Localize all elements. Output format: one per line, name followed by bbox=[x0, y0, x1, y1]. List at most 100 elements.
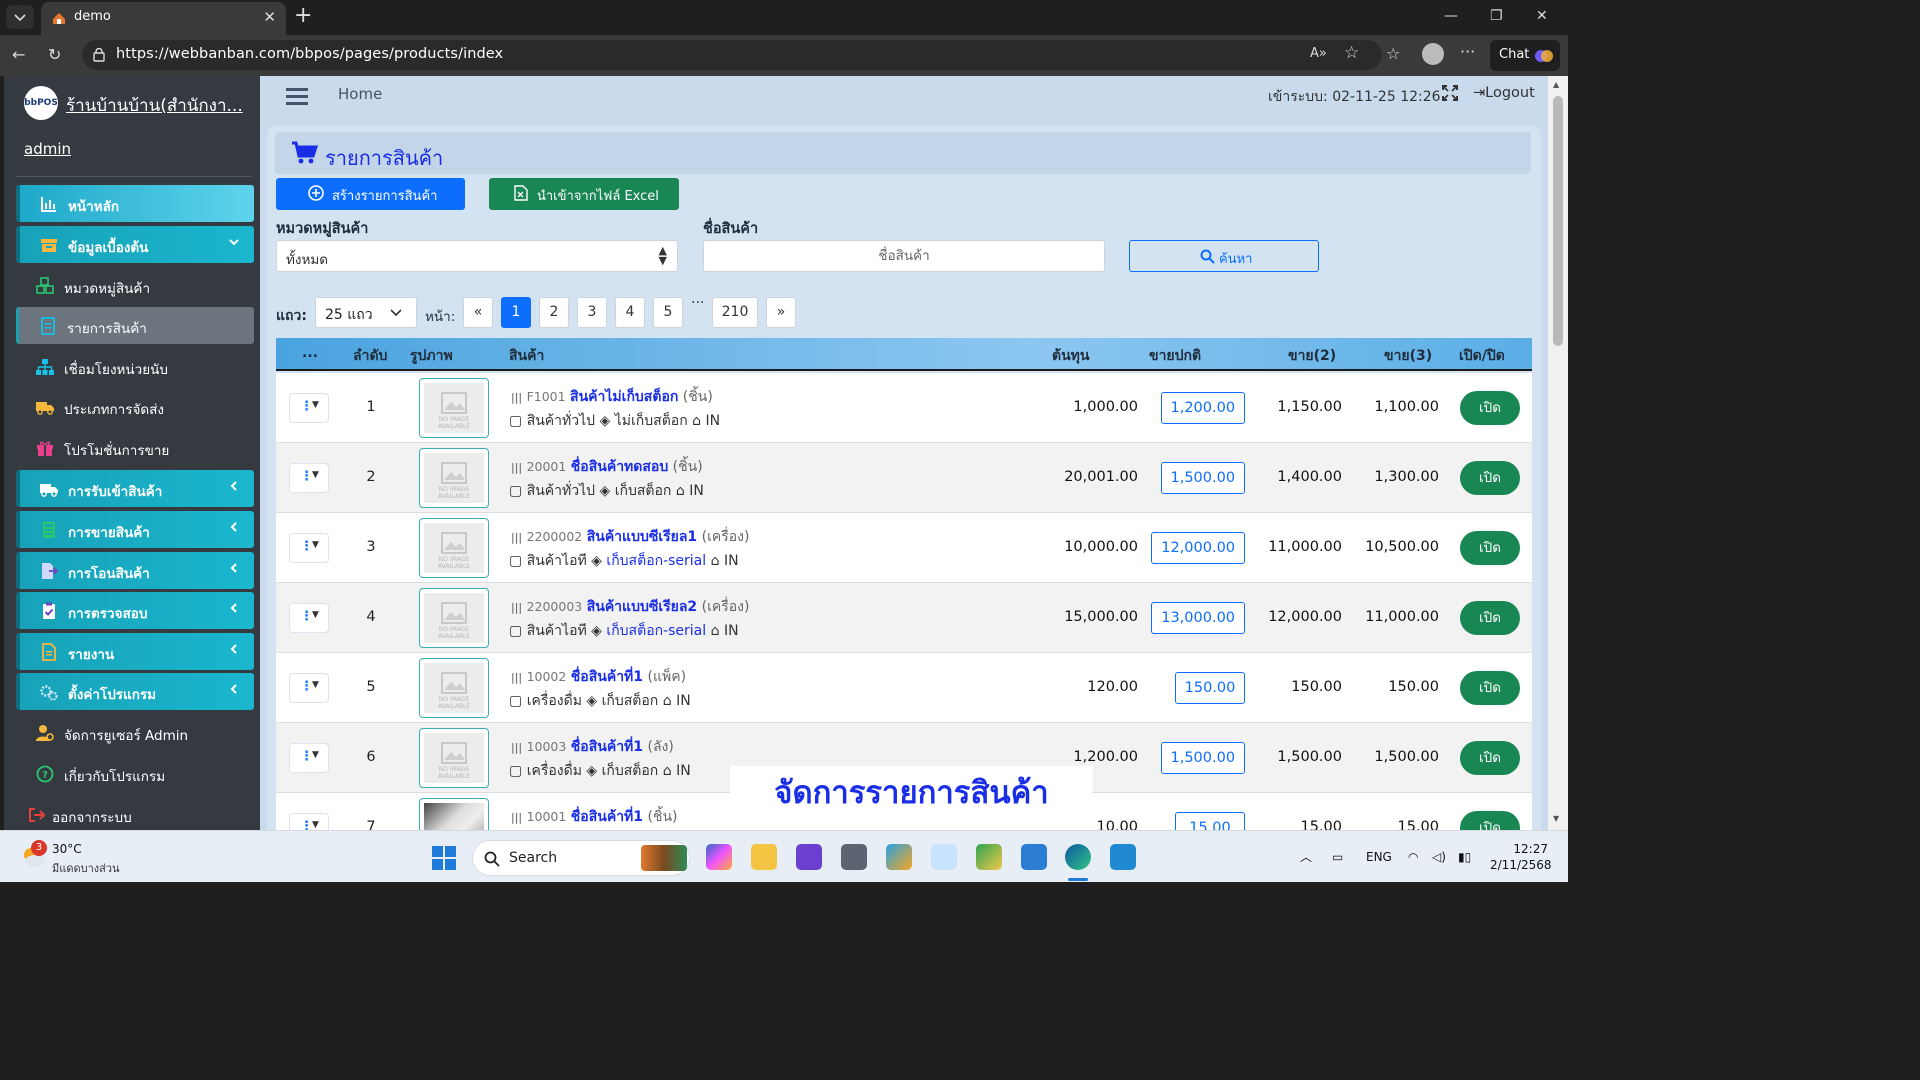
new-tab-button[interactable]: + bbox=[294, 4, 312, 28]
show-hidden-icons[interactable]: ︿ bbox=[1300, 848, 1312, 865]
back-icon[interactable]: ← bbox=[12, 45, 25, 64]
user-link[interactable]: admin bbox=[24, 140, 71, 158]
product-name-link[interactable]: ชื่อสินค้าที่1 bbox=[571, 809, 643, 825]
pagination-last[interactable]: 210 bbox=[712, 297, 758, 328]
price-input[interactable]: 12,000.00 bbox=[1151, 532, 1245, 564]
brand-name[interactable]: ร้านบ้านบ้าน(สำนักงา... bbox=[66, 92, 243, 119]
product-name-link[interactable]: สินค้าไม่เก็บสต็อก bbox=[570, 389, 678, 405]
sidebar-item-shipping-types[interactable]: ประเภทการจัดส่ง bbox=[16, 388, 254, 425]
product-thumbnail[interactable]: NO IMAGE AVAILABLE bbox=[419, 518, 489, 578]
stock-type[interactable]: เก็บสต็อก-serial bbox=[606, 623, 706, 639]
scroll-down-icon[interactable]: ▼ bbox=[1553, 814, 1559, 823]
copilot-chat-button[interactable]: Chat bbox=[1490, 40, 1560, 71]
pagination-page-4[interactable]: 4 bbox=[615, 297, 645, 328]
sidebar-item-promotions[interactable]: โปรโมชั่นการขาย bbox=[16, 429, 254, 466]
sidebar-item-reports[interactable]: รายงาน bbox=[16, 633, 254, 670]
copilot-app-icon[interactable] bbox=[706, 844, 732, 870]
profile-avatar[interactable] bbox=[1422, 43, 1444, 65]
notepad-icon[interactable] bbox=[1021, 844, 1047, 870]
product-thumbnail[interactable] bbox=[419, 798, 489, 830]
favorites-icon[interactable]: ☆ bbox=[1386, 44, 1400, 63]
sidebar-item-transfers[interactable]: การโอนสินค้า bbox=[16, 552, 254, 589]
system-clock[interactable]: 12:27 2/11/2568 bbox=[1490, 841, 1552, 873]
status-toggle-button[interactable]: เปิด bbox=[1460, 741, 1520, 775]
sidebar-item-dashboard[interactable]: หน้าหลัก bbox=[16, 185, 254, 222]
edge-browser-icon[interactable] bbox=[1065, 844, 1091, 870]
product-name-link[interactable]: สินค้าแบบซีเรียล2 bbox=[587, 599, 697, 615]
sidebar-item-user-admin[interactable]: จัดการยูเซอร์ Admin bbox=[16, 714, 254, 751]
sidebar-item-basic-data[interactable]: ข้อมูลเบื้องต้น bbox=[16, 226, 254, 263]
product-thumbnail[interactable]: NO IMAGE AVAILABLE bbox=[419, 448, 489, 508]
display-icon[interactable]: ▭ bbox=[1332, 850, 1343, 864]
reload-icon[interactable]: ↻ bbox=[48, 45, 61, 64]
favorite-star-icon[interactable]: ☆ bbox=[1344, 43, 1359, 63]
product-name-input[interactable]: ชื่อสินค้า bbox=[703, 240, 1105, 272]
row-actions-button[interactable]: ⋮ ▼ bbox=[289, 673, 329, 703]
row-actions-button[interactable]: ⋮ ▼ bbox=[289, 603, 329, 633]
clipchamp-icon[interactable] bbox=[796, 844, 822, 870]
brand-logo[interactable]: bbPOS bbox=[24, 86, 58, 120]
rows-per-page-select[interactable]: 25 แถว bbox=[315, 297, 417, 328]
paint-3d-icon[interactable] bbox=[976, 844, 1002, 870]
pagination-page-2[interactable]: 2 bbox=[539, 297, 569, 328]
sidebar-item-about[interactable]: ? เกี่ยวกับโปรแกรม bbox=[16, 755, 254, 792]
tab-close-icon[interactable]: ✕ bbox=[263, 8, 276, 26]
status-toggle-button[interactable]: เปิด bbox=[1460, 391, 1520, 425]
product-name-link[interactable]: สินค้าแบบซีเรียล1 bbox=[587, 529, 697, 545]
status-toggle-button[interactable]: เปิด bbox=[1460, 601, 1520, 635]
row-actions-button[interactable]: ⋮ ▼ bbox=[289, 393, 329, 423]
create-product-button[interactable]: สร้างรายการสินค้า bbox=[276, 178, 465, 210]
pagination-page-3[interactable]: 3 bbox=[577, 297, 607, 328]
logout-link[interactable]: ⇥Logout bbox=[1473, 85, 1535, 101]
product-name-link[interactable]: ชื่อสินค้าที่1 bbox=[571, 669, 643, 685]
stock-type[interactable]: เก็บสต็อก-serial bbox=[606, 553, 706, 569]
scroll-up-icon[interactable]: ▲ bbox=[1553, 80, 1559, 89]
status-toggle-button[interactable]: เปิด bbox=[1460, 461, 1520, 495]
scrollbar-thumb[interactable] bbox=[1553, 96, 1563, 346]
product-name-link[interactable]: ชื่อสินค้าทดสอบ bbox=[571, 459, 668, 475]
taskbar-search[interactable]: Search bbox=[472, 840, 690, 876]
pagination-prev[interactable]: « bbox=[463, 297, 493, 328]
product-thumbnail[interactable]: NO IMAGE AVAILABLE bbox=[419, 588, 489, 648]
category-select[interactable]: ทั้งหมด ▲ ▼ bbox=[276, 240, 678, 272]
window-close-icon[interactable]: ✕ bbox=[1536, 8, 1548, 24]
sidebar-item-unit-linking[interactable]: เชื่อมโยงหน่วยนับ bbox=[16, 348, 254, 385]
page-scrollbar[interactable]: ▲ ▼ bbox=[1548, 76, 1568, 830]
minimize-icon[interactable]: — bbox=[1444, 8, 1458, 24]
calculator-app-icon[interactable] bbox=[841, 844, 867, 870]
sidebar-item-sales[interactable]: การขายสินค้า bbox=[16, 511, 254, 548]
home-link[interactable]: Home bbox=[338, 85, 382, 103]
more-options-icon[interactable]: ··· bbox=[1460, 42, 1475, 61]
fullscreen-icon[interactable] bbox=[1442, 85, 1458, 101]
row-actions-button[interactable]: ⋮ ▼ bbox=[289, 463, 329, 493]
volume-icon[interactable]: ◁) bbox=[1432, 850, 1446, 864]
product-thumbnail[interactable]: NO IMAGE AVAILABLE bbox=[419, 658, 489, 718]
product-thumbnail[interactable]: NO IMAGE AVAILABLE bbox=[419, 728, 489, 788]
sidebar-item-categories[interactable]: หมวดหมู่สินค้า bbox=[16, 267, 254, 304]
status-toggle-button[interactable]: เปิด bbox=[1460, 531, 1520, 565]
sidebar-item-inspection[interactable]: การตรวจสอบ bbox=[16, 592, 254, 629]
file-explorer-icon[interactable] bbox=[751, 844, 777, 870]
product-thumbnail[interactable]: NO IMAGE AVAILABLE bbox=[419, 378, 489, 438]
import-excel-button[interactable]: นำเข้าจากไฟล์ Excel bbox=[489, 178, 679, 210]
pagination-page-1[interactable]: 1 bbox=[501, 297, 531, 328]
tab-list-button[interactable] bbox=[6, 5, 34, 29]
row-actions-button[interactable]: ⋮ ▼ bbox=[289, 813, 329, 830]
product-name-link[interactable]: ชื่อสินค้าที่1 bbox=[571, 739, 643, 755]
address-bar[interactable]: https://webbanban.com/bbpos/pages/produc… bbox=[82, 40, 1382, 70]
sidebar-item-logout[interactable]: ออกจากระบบ bbox=[12, 796, 250, 830]
row-actions-button[interactable]: ⋮ ▼ bbox=[289, 743, 329, 773]
sidebar-item-products[interactable]: รายการสินค้า bbox=[16, 307, 254, 344]
browser-tab[interactable]: demo ✕ bbox=[41, 2, 286, 35]
pagination-next[interactable]: » bbox=[766, 297, 796, 328]
pagination-page-5[interactable]: 5 bbox=[653, 297, 683, 328]
windows-start-icon[interactable] bbox=[432, 846, 456, 870]
language-indicator[interactable]: ENG bbox=[1366, 850, 1392, 864]
vscode-icon[interactable] bbox=[1110, 844, 1136, 870]
price-input[interactable]: 13,000.00 bbox=[1151, 602, 1245, 634]
sidebar-item-receiving[interactable]: การรับเข้าสินค้า bbox=[16, 470, 254, 507]
snipping-tool-icon[interactable] bbox=[931, 844, 957, 870]
search-button[interactable]: ค้นหา bbox=[1129, 240, 1319, 272]
status-toggle-button[interactable]: เปิด bbox=[1460, 811, 1520, 830]
wifi-icon[interactable]: ◠ bbox=[1408, 850, 1418, 864]
